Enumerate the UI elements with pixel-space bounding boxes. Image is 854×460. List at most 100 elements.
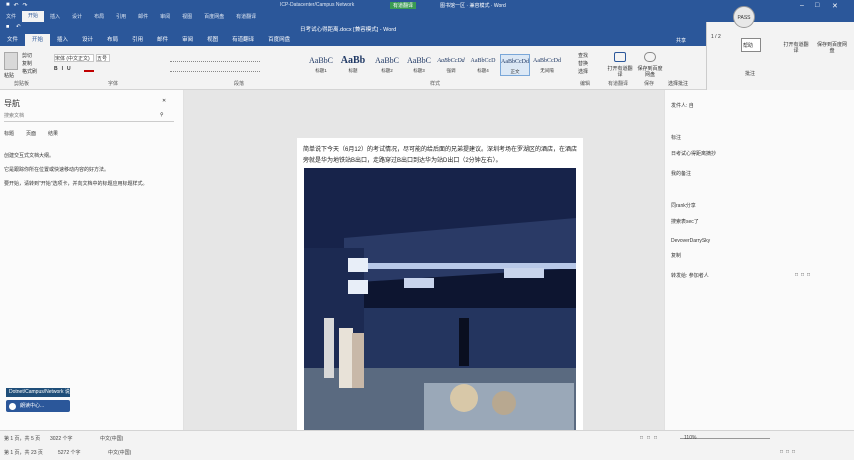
side-item[interactable]: 日考试心得距离摘抄 xyxy=(671,150,716,157)
paste-icon[interactable] xyxy=(4,52,18,70)
tab-mailings[interactable]: 邮件 xyxy=(150,34,175,46)
style-title[interactable]: AaBb 标题 xyxy=(338,54,368,76)
font-group-label: 字体 xyxy=(108,81,119,87)
font-color-icon[interactable] xyxy=(84,67,94,72)
save-icon[interactable]: ■ xyxy=(6,24,9,30)
paragraph-list-icon[interactable] xyxy=(170,54,260,62)
status-bar: 第 1 页，共 5 页 3022 个字 中文(中国) □□□ 110% xyxy=(0,430,854,445)
outer-green-badge[interactable]: 有道翻译 xyxy=(390,2,417,9)
style-heading1[interactable]: AaBbC 标题1 xyxy=(306,54,336,76)
comments-label: 批注 xyxy=(745,71,756,77)
notification-toast[interactable]: Dotnet/Campus/Network 说明 xyxy=(6,388,70,397)
view-buttons[interactable]: □□□ xyxy=(640,435,661,441)
side-item: 发件人: 自 xyxy=(671,103,694,109)
copy-button[interactable]: 复制 xyxy=(22,60,32,67)
nav-tab-results[interactable]: 结果 xyxy=(48,130,58,137)
editing-group-label: 编辑 xyxy=(580,81,591,87)
language-indicator[interactable]: 中文(中国) xyxy=(100,435,123,442)
share-button[interactable]: 共享 xyxy=(676,37,686,44)
open-youdao-button[interactable]: 打开有道翻译 xyxy=(606,66,634,78)
side-item[interactable]: 复制 xyxy=(671,252,681,259)
undo-icon[interactable]: ↶ xyxy=(14,2,19,9)
styles-group-label: 样式 xyxy=(430,81,441,87)
outer-tab[interactable]: 邮件 xyxy=(132,13,154,20)
outer-tab[interactable]: 视图 xyxy=(176,13,198,20)
tab-home[interactable]: 开始 xyxy=(25,34,51,46)
close-icon[interactable]: ✕ xyxy=(832,2,838,10)
open-youdao-button-2[interactable]: 打开有道翻译 xyxy=(783,42,809,54)
nav-message: 它是跟踪你所在位置或快速移动内容的好方法。 xyxy=(4,167,110,173)
style-heading4[interactable]: AaBbCcD 标题4 xyxy=(468,54,498,76)
nav-search-input[interactable]: 搜索文档 xyxy=(4,112,174,122)
save-icon[interactable]: ■ xyxy=(6,2,10,9)
word-count[interactable]: 3022 个字 xyxy=(50,435,73,442)
save-baidu-button[interactable]: 保存到百度网盘 xyxy=(636,66,664,78)
outer-tab[interactable]: 开始 xyxy=(22,11,45,22)
paragraph-align-icon[interactable] xyxy=(170,66,260,72)
tab-file[interactable]: 文件 xyxy=(0,34,25,46)
document-title: 日考试心得距离.docx [兼容模式] - Word xyxy=(300,27,397,33)
search-icon[interactable]: ⚲ xyxy=(160,112,164,118)
outer-quick-access: ■ ↶ ↷ xyxy=(6,2,28,9)
tab-baidu[interactable]: 百度网盘 xyxy=(261,34,297,46)
redo-icon[interactable]: ↷ xyxy=(23,2,28,9)
replace-button[interactable]: 替换 xyxy=(578,60,588,67)
tab-youdao[interactable]: 有道翻译 xyxy=(225,34,261,46)
navigation-pane: 导航 ✕ 搜索文档 ⚲ 标题 页面 结果 创建交互式文档大纲。 它是跟踪你所在位… xyxy=(0,90,184,430)
outer-tab[interactable]: 布局 xyxy=(88,13,110,20)
tab-references[interactable]: 引用 xyxy=(125,34,150,46)
side-item: 标注 xyxy=(671,135,682,141)
style-heading2[interactable]: AaBbC 标题2 xyxy=(372,54,402,76)
outer-tab[interactable]: 插入 xyxy=(44,13,66,20)
format-painter-button[interactable]: 格式刷 xyxy=(22,68,37,75)
maximize-icon[interactable]: □ xyxy=(815,2,819,9)
page-count-secondary[interactable]: 第 1 页，共 23 页 xyxy=(4,449,43,456)
youdao-icon[interactable] xyxy=(614,52,626,62)
language-indicator-secondary[interactable]: 中文(中国) xyxy=(108,449,131,456)
outer-tab[interactable]: 有道翻译 xyxy=(230,13,262,20)
document-paragraph[interactable]: 简单说下今天（6月12）的考试情况，尽可能的给后面的兄弟提建议。深圳考场在罗湖区… xyxy=(303,145,579,167)
outer-tab[interactable]: 文件 xyxy=(0,13,22,20)
outer-tab[interactable]: 引用 xyxy=(110,13,132,20)
cut-button[interactable]: 剪切 xyxy=(22,52,32,59)
avatar[interactable]: PASS xyxy=(733,6,755,28)
page-count[interactable]: 第 1 页，共 5 页 xyxy=(4,435,40,442)
tab-layout[interactable]: 布局 xyxy=(100,34,125,46)
minimize-icon[interactable]: – xyxy=(800,2,804,9)
nav-close-icon[interactable]: ✕ xyxy=(162,98,166,104)
tab-review[interactable]: 审阅 xyxy=(175,34,200,46)
font-size-select[interactable]: 五号 xyxy=(96,54,110,62)
tab-insert[interactable]: 插入 xyxy=(50,34,75,46)
help-label: 选择批注 xyxy=(668,81,689,87)
outer-tab[interactable]: 百度网盘 xyxy=(198,13,230,20)
font-name-select[interactable]: 宋体 (中文正文) xyxy=(54,54,94,62)
zoom-level[interactable]: 110% xyxy=(684,435,696,441)
station-photo[interactable] xyxy=(304,168,576,432)
speaker-icon xyxy=(9,403,16,410)
side-item[interactable]: 搜索表sec了 xyxy=(671,218,699,225)
paste-button[interactable]: 粘贴 xyxy=(4,72,14,79)
word-count-secondary[interactable]: 5272 个字 xyxy=(58,449,81,456)
tab-view[interactable]: 视图 xyxy=(200,34,225,46)
style-heading3[interactable]: AaBbC 标题3 xyxy=(404,54,434,76)
help-button[interactable]: 帮助 xyxy=(743,42,753,49)
select-button[interactable]: 选择 xyxy=(578,68,588,75)
side-item: 转发给: 参加者人 xyxy=(671,273,709,279)
style-normal[interactable]: AaBbCcDd 正文 xyxy=(500,54,530,76)
nav-tab-headings[interactable]: 标题 xyxy=(4,130,14,137)
font-format-buttons[interactable]: BIU xyxy=(54,66,75,72)
baidu-group-label: 保存 xyxy=(644,81,655,87)
secondary-ribbon: 1 / 2 帮助 打开有道翻译 保存到百度网盘 批注 xyxy=(706,22,854,90)
style-emphasis[interactable]: AaBbCcDd 强调 xyxy=(436,54,466,76)
cloud-icon[interactable] xyxy=(644,52,656,62)
find-button[interactable]: 查找 xyxy=(578,52,588,59)
view-buttons-secondary[interactable]: □□□ xyxy=(780,449,798,455)
outer-tab[interactable]: 审阅 xyxy=(154,13,176,20)
tab-design[interactable]: 设计 xyxy=(75,34,100,46)
outer-tab[interactable]: 设计 xyxy=(66,13,88,20)
nav-tab-pages[interactable]: 页面 xyxy=(26,130,36,137)
comment-actions-icon[interactable]: □□□ xyxy=(795,272,813,278)
undo-icon[interactable]: ↶ xyxy=(16,24,21,30)
style-no-spacing[interactable]: AaBbCcDd 无间隔 xyxy=(532,54,562,76)
save-baidu-button-2[interactable]: 保存到百度网盘 xyxy=(817,42,847,54)
